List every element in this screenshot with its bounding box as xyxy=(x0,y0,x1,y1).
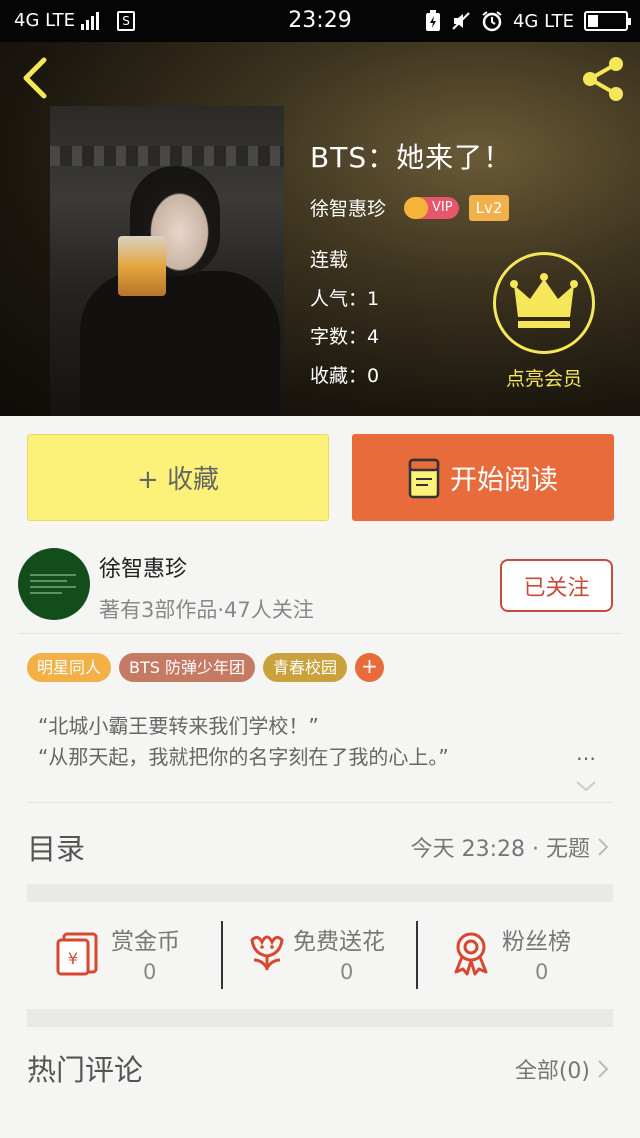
gift-coins-count: 0 xyxy=(143,960,157,984)
tag-item[interactable]: BTS 防弹少年团 xyxy=(119,653,256,682)
crown-icon xyxy=(510,273,578,328)
tag-item[interactable]: 青春校园 xyxy=(263,653,348,682)
back-arrow-icon[interactable] xyxy=(18,56,54,100)
chevron-down-icon[interactable] xyxy=(574,778,598,794)
book-header: BTS：她来了！ 徐智惠珍 VIP Lv2 连载 人气：1 字数：4 收藏：0 … xyxy=(0,42,640,416)
crown-icon xyxy=(404,196,429,219)
synopsis-ellipsis: … xyxy=(576,741,596,765)
all-comments-link[interactable]: 全部(0) xyxy=(515,1053,610,1085)
toc-title[interactable]: 目录 xyxy=(27,826,85,868)
share-icon[interactable] xyxy=(578,54,628,104)
section-separator xyxy=(27,1009,613,1027)
toc-latest-chapter[interactable]: 今天 23:28 · 无题 xyxy=(411,831,610,863)
vip-member-label[interactable]: 点亮会员 xyxy=(480,364,608,391)
gift-coins-label: 赏金币 xyxy=(111,929,180,955)
follow-button[interactable]: 已关注 xyxy=(500,559,613,612)
gift-fan-ranking-label: 粉丝榜 xyxy=(502,929,571,955)
start-reading-button[interactable]: 开始阅读 xyxy=(352,434,614,521)
book-icon xyxy=(408,458,440,498)
synopsis-line: “北城小霸王要转来我们学校！” xyxy=(38,714,319,738)
svg-text:¥: ¥ xyxy=(68,949,78,968)
divider xyxy=(27,802,613,803)
divider xyxy=(416,921,418,989)
author-avatar[interactable] xyxy=(18,548,90,620)
gift-flowers-count: 0 xyxy=(340,960,354,984)
toc-latest-label: 今天 23:28 · 无题 xyxy=(410,837,590,862)
chevron-right-icon xyxy=(598,1060,609,1078)
battery-icon xyxy=(584,11,631,31)
vip-member-button[interactable] xyxy=(493,252,595,354)
level-badge: Lv2 xyxy=(468,194,510,221)
add-tag-button[interactable]: + xyxy=(355,653,385,682)
gift-flowers[interactable]: 免费送花 0 xyxy=(244,922,409,990)
medal-icon xyxy=(454,932,488,976)
start-reading-label: 开始阅读 xyxy=(450,465,558,496)
gift-fan-ranking[interactable]: 粉丝榜 0 xyxy=(448,922,598,990)
hot-comments-title: 热门评论 xyxy=(27,1053,144,1087)
flower-icon xyxy=(250,935,284,971)
status-bar: 4G LTE S 23:29 4G LTE xyxy=(0,0,640,42)
book-cover[interactable] xyxy=(50,106,284,416)
synopsis-line: “从那天起，我就把你的名字刻在了我的心上。” xyxy=(38,745,449,769)
collect-button[interactable]: + 收藏 xyxy=(27,434,329,521)
network-label-right: 4G LTE xyxy=(512,10,574,32)
tag-item[interactable]: 明星同人 xyxy=(27,653,112,682)
author-name[interactable]: 徐智惠珍 xyxy=(99,551,187,583)
red-envelope-icon: ¥ xyxy=(56,932,98,976)
author-meta: 著有3部作品·47人关注 xyxy=(99,598,314,622)
book-author[interactable]: 徐智惠珍 xyxy=(310,194,386,221)
gift-fan-ranking-count: 0 xyxy=(535,960,549,984)
mute-icon xyxy=(452,12,470,30)
word-count: 字数：4 xyxy=(310,326,380,348)
book-author-row: 徐智惠珍 VIP Lv2 xyxy=(310,194,510,221)
section-separator xyxy=(27,884,613,902)
vip-badge: VIP xyxy=(404,196,459,219)
charging-icon xyxy=(425,10,440,31)
tag-list: 明星同人 BTS 防弹少年团 青春校园 + xyxy=(27,653,385,682)
divider xyxy=(18,633,622,634)
divider xyxy=(221,921,223,989)
serial-status: 连载 xyxy=(310,249,349,271)
alarm-icon xyxy=(482,11,502,32)
popularity: 人气：1 xyxy=(310,288,380,310)
gift-coins[interactable]: ¥ 赏金币 0 xyxy=(55,922,215,990)
favorite-count: 收藏：0 xyxy=(310,365,380,387)
chevron-right-icon xyxy=(598,838,609,856)
gift-flowers-label: 免费送花 xyxy=(293,929,385,955)
book-title: BTS：她来了！ xyxy=(310,141,513,174)
all-comments-label: 全部(0) xyxy=(514,1059,590,1084)
